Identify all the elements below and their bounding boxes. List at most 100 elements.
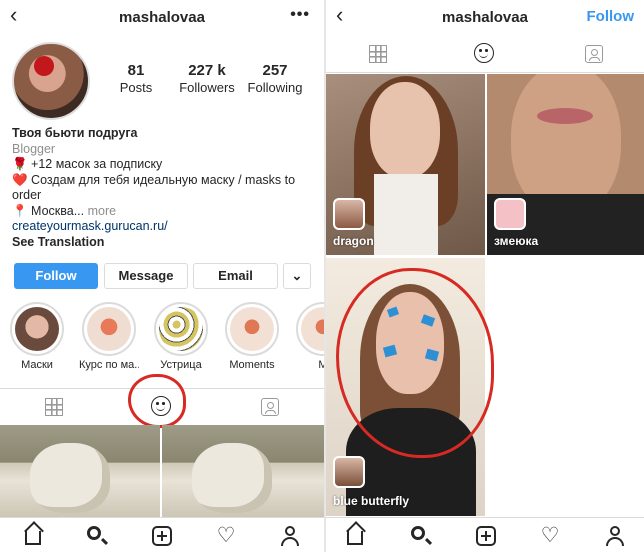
search-icon bbox=[87, 526, 101, 540]
highlight-label: Moments bbox=[229, 359, 275, 371]
add-post-icon bbox=[152, 526, 172, 546]
effect-tile-dragon[interactable]: dragon bbox=[326, 74, 485, 255]
add-post-icon bbox=[476, 526, 496, 546]
more-link[interactable]: more bbox=[84, 204, 116, 218]
tagged-icon bbox=[585, 45, 603, 63]
following-count: 257 bbox=[262, 62, 288, 79]
highlight-oyster[interactable]: Устрица bbox=[151, 302, 211, 371]
lips-image bbox=[537, 108, 593, 124]
highlight-label: Устрица bbox=[160, 359, 202, 371]
posts-label: Posts bbox=[119, 80, 153, 95]
effect-tile-snake[interactable]: змеюка bbox=[487, 74, 644, 255]
post-thumbnail[interactable] bbox=[0, 425, 160, 518]
suggestions-dropdown-button[interactable]: ⌄ bbox=[283, 263, 311, 289]
top-bar: ‹ mashalovaa Follow bbox=[326, 0, 644, 34]
tab-tagged[interactable] bbox=[258, 395, 282, 419]
statue-image bbox=[192, 443, 272, 513]
highlight-moments[interactable]: Moments bbox=[222, 302, 282, 371]
highlight-course[interactable]: Курс по ма... bbox=[79, 302, 139, 371]
bio-name: Твоя бьюти подруга bbox=[12, 126, 138, 140]
post-thumbnail[interactable] bbox=[162, 425, 324, 518]
followers-count: 227 k bbox=[188, 62, 226, 79]
profile-panel-left: ‹ mashalovaa ••• 81 Posts 227 k Follower… bbox=[0, 0, 324, 552]
face-image bbox=[511, 74, 621, 214]
highlight-ring bbox=[225, 302, 279, 356]
heart-icon: ♡ bbox=[216, 524, 236, 547]
bio-line-1: 🌹 +12 масок за подписку bbox=[12, 157, 163, 171]
tagged-icon bbox=[261, 398, 279, 416]
effect-badge bbox=[494, 198, 526, 230]
followers-label: Followers bbox=[179, 80, 235, 95]
effect-label: blue butterfly bbox=[333, 494, 410, 508]
tab-grid[interactable] bbox=[42, 395, 66, 419]
posts-stat[interactable]: 81 Posts bbox=[101, 62, 171, 95]
bio-line-2: ❤️ Создам для тебя идеальную маску / mas… bbox=[12, 172, 296, 203]
effect-badge bbox=[333, 456, 365, 488]
nav-home[interactable] bbox=[22, 525, 44, 547]
highlight-label: M bbox=[318, 359, 324, 371]
nav-add[interactable] bbox=[151, 525, 173, 547]
face-image bbox=[370, 82, 440, 178]
follow-button[interactable]: Follow bbox=[14, 263, 98, 289]
profile-icon bbox=[280, 526, 300, 546]
rose-icon bbox=[34, 56, 54, 76]
shirt-image bbox=[374, 174, 438, 255]
nav-profile[interactable] bbox=[279, 525, 301, 547]
top-bar: ‹ mashalovaa ••• bbox=[0, 0, 324, 34]
followers-stat[interactable]: 227 k Followers bbox=[172, 62, 242, 95]
statue-image bbox=[30, 443, 110, 513]
nav-search[interactable] bbox=[410, 525, 432, 547]
highlight-cover bbox=[87, 307, 131, 351]
profile-tabs bbox=[326, 36, 644, 73]
profile-username: mashalovaa bbox=[119, 9, 205, 26]
following-stat[interactable]: 257 Following bbox=[240, 62, 310, 95]
highlight-ring bbox=[10, 302, 64, 356]
message-button[interactable]: Message bbox=[104, 263, 188, 289]
nav-home[interactable] bbox=[344, 525, 366, 547]
effect-label: змеюка bbox=[494, 234, 539, 248]
highlight-label: Маски bbox=[21, 359, 53, 371]
heart-icon: ♡ bbox=[540, 524, 560, 547]
bio-website-link[interactable]: createyourmask.gurucan.ru/ bbox=[12, 219, 312, 235]
effects-face-icon bbox=[474, 43, 494, 63]
bottom-nav: ♡ bbox=[326, 517, 644, 552]
following-label: Following bbox=[247, 80, 303, 95]
follow-link[interactable]: Follow bbox=[587, 8, 635, 25]
effects-panel-right: ‹ mashalovaa Follow dragon змеюка blue b… bbox=[326, 0, 644, 552]
highlight-cover bbox=[159, 307, 203, 351]
tab-effects[interactable] bbox=[473, 42, 497, 66]
highlight-cover bbox=[15, 307, 59, 351]
home-icon bbox=[25, 531, 41, 545]
tab-tagged[interactable] bbox=[582, 42, 606, 66]
posts-count: 81 bbox=[127, 62, 145, 79]
grid-icon bbox=[369, 45, 387, 63]
effect-badge bbox=[333, 198, 365, 230]
profile-bio: Твоя бьюти подруга Blogger 🌹 +12 масок з… bbox=[12, 126, 312, 250]
search-icon bbox=[411, 526, 425, 540]
highlight-more[interactable]: M bbox=[293, 302, 324, 371]
profile-icon bbox=[605, 526, 625, 546]
annotation-circle bbox=[128, 374, 186, 428]
home-icon bbox=[347, 531, 363, 545]
nav-search[interactable] bbox=[86, 525, 108, 547]
highlight-ring bbox=[296, 302, 324, 356]
nav-activity[interactable]: ♡ bbox=[215, 525, 237, 547]
more-options-icon[interactable]: ••• bbox=[290, 6, 310, 24]
tab-grid[interactable] bbox=[366, 42, 390, 66]
profile-avatar[interactable] bbox=[12, 42, 90, 120]
bio-location: 📍 Москва... bbox=[12, 203, 85, 218]
email-button[interactable]: Email bbox=[193, 263, 278, 289]
highlight-cover bbox=[301, 307, 324, 351]
see-translation-link[interactable]: See Translation bbox=[12, 235, 312, 251]
grid-icon bbox=[45, 398, 63, 416]
highlight-label: Курс по ма... bbox=[79, 359, 139, 371]
nav-add[interactable] bbox=[475, 525, 497, 547]
highlight-ring bbox=[82, 302, 136, 356]
effect-label: dragon bbox=[333, 234, 374, 248]
highlight-ring bbox=[154, 302, 208, 356]
bio-category: Blogger bbox=[12, 141, 56, 156]
nav-activity[interactable]: ♡ bbox=[539, 525, 561, 547]
highlight-cover bbox=[230, 307, 274, 351]
nav-profile[interactable] bbox=[604, 525, 626, 547]
highlight-masks[interactable]: Маски bbox=[7, 302, 67, 371]
